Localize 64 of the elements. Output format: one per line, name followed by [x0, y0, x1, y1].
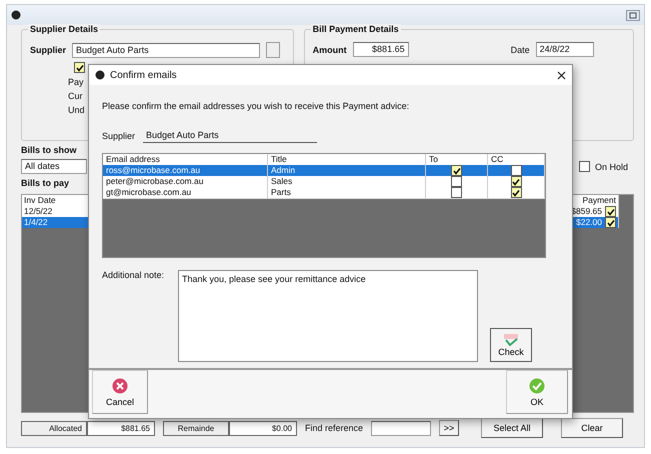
note-field[interactable]: Thank you, please see your remittance advice [178, 270, 478, 362]
maximize-icon[interactable] [626, 10, 640, 20]
supplier-field: Budget Auto Parts [143, 129, 318, 143]
clear-button[interactable]: Clear [561, 418, 624, 438]
column-header: To [426, 154, 488, 166]
field-label: Und [68, 105, 85, 115]
column-header: CC [488, 154, 545, 166]
dialog-title: Confirm emails [110, 70, 178, 80]
supplier-field[interactable]: Budget Auto Parts [72, 42, 260, 58]
remainder-value: $0.00 [229, 420, 297, 436]
ok-icon [529, 378, 545, 394]
checkbox[interactable] [605, 206, 616, 217]
checkbox[interactable] [510, 176, 522, 187]
allocated-value: $881.65 [87, 420, 155, 436]
table-cell: Admin [268, 165, 426, 177]
date-field[interactable]: 24/8/22 [536, 42, 594, 57]
allocated-label: Allocated [21, 420, 87, 436]
table-cell[interactable]: 12/5/22 [22, 206, 89, 217]
checkbox[interactable] [510, 187, 522, 198]
table-cell[interactable]: gt@microbase.com.au [103, 187, 268, 199]
table-cell: Sales [268, 176, 426, 188]
on-hold-label: On Hold [594, 162, 628, 172]
find-reference-label: Find reference [305, 423, 364, 433]
section-title: Bills to show [21, 145, 77, 155]
app-icon [11, 10, 21, 20]
instruction-text: Please confirm the email addresses you wish to receive this Payment advice: [102, 101, 410, 111]
find-reference-field[interactable] [371, 420, 432, 436]
check-button[interactable]: Check [490, 328, 532, 362]
panel-title: Supplier Details [28, 24, 100, 34]
cancel-button[interactable]: Cancel [92, 370, 148, 414]
select-all-button[interactable]: Select All [481, 418, 544, 438]
field-label: Cur [68, 91, 83, 101]
column-header: Inv Date [22, 195, 89, 206]
remainder-label: Remainde [163, 420, 229, 436]
table-cell: $22.00 [576, 217, 602, 228]
field-label: Pay [68, 77, 84, 87]
panel-title: Bill Payment Details [310, 24, 401, 34]
table-cell: Parts [268, 187, 426, 199]
amount-field[interactable]: $881.65 [352, 42, 409, 57]
date-label: Date [510, 44, 530, 54]
checkbox[interactable] [74, 62, 85, 73]
checkbox[interactable] [451, 165, 462, 176]
checkbox[interactable] [451, 176, 462, 187]
checkbox[interactable] [578, 161, 590, 172]
checkbox[interactable] [451, 187, 462, 198]
close-icon[interactable] [557, 70, 566, 80]
filter-dropdown[interactable]: All dates [21, 159, 87, 174]
table-cell[interactable]: ross@microbase.com.au [103, 165, 268, 177]
amount-label: Amount [312, 44, 347, 54]
column-header: Email address [103, 154, 268, 166]
supplier-label: Supplier [102, 131, 136, 141]
cancel-icon [112, 378, 128, 394]
checkbox[interactable] [510, 165, 522, 176]
note-label: Additional note: [102, 270, 166, 282]
find-next-button[interactable]: >> [439, 420, 460, 436]
column-header: Title [268, 154, 426, 166]
checkbox[interactable] [605, 217, 616, 228]
section-title: Bills to pay [21, 178, 70, 188]
ok-button[interactable]: OK [506, 370, 568, 414]
app-icon [95, 70, 105, 80]
table-cell[interactable]: peter@microbase.com.au [103, 176, 268, 188]
spellcheck-icon [502, 333, 520, 347]
supplier-label: Supplier [30, 45, 66, 55]
table-cell[interactable]: 1/4/22 [22, 217, 89, 228]
